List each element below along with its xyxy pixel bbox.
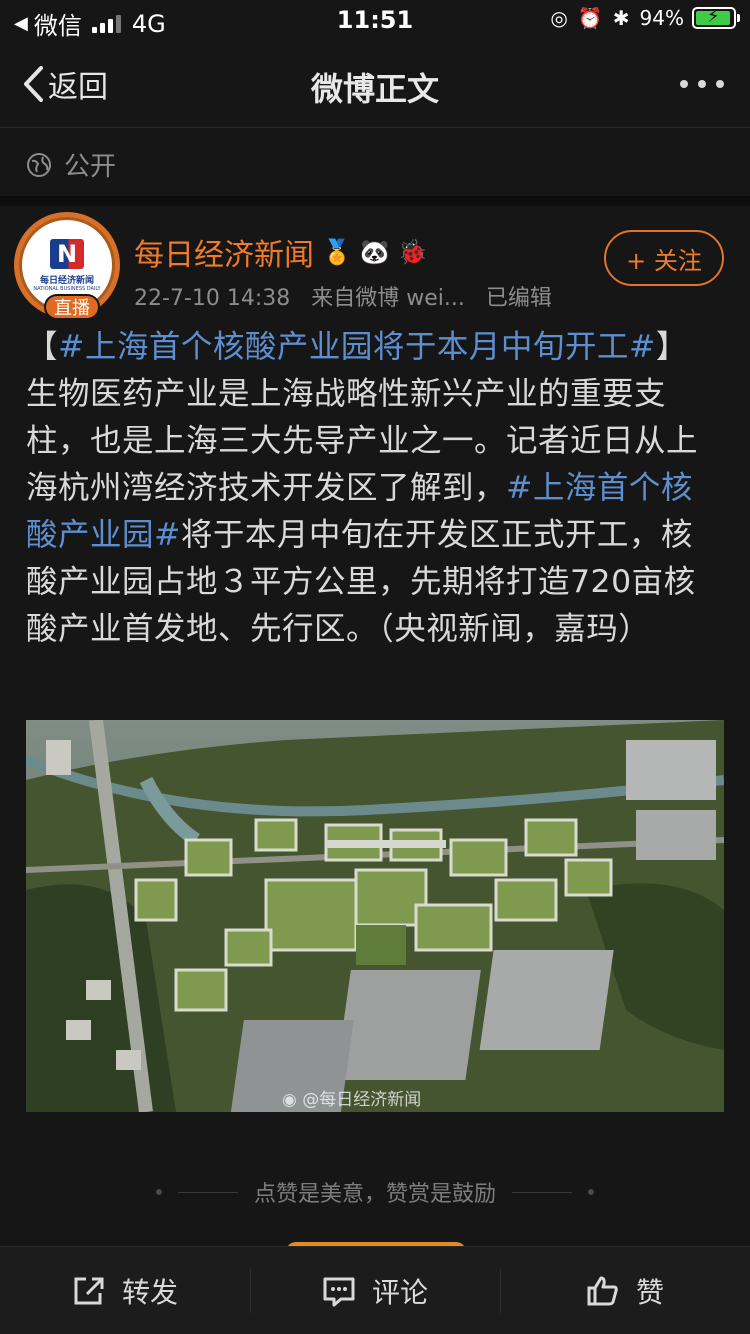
- post-date: 22-7-10 14:38: [134, 286, 291, 311]
- reward-prompt: 点赞是美意，赞赏是鼓励: [0, 1176, 750, 1208]
- reward-dot: [588, 1189, 594, 1195]
- reward-line: [512, 1191, 572, 1193]
- status-right: ◎ ⏰ ✱ 94% ⚡: [540, 6, 740, 30]
- section-divider: [0, 196, 750, 206]
- like-button[interactable]: 赞: [500, 1247, 750, 1334]
- edited-label[interactable]: 已编辑: [486, 286, 552, 311]
- repost-icon: [74, 1277, 104, 1304]
- reward-line: [177, 1191, 238, 1193]
- globe-icon: [27, 152, 51, 177]
- hashtag-link[interactable]: #上海首个核酸产业园将于本月中旬开工#: [58, 329, 656, 365]
- panda-badge-icon: 🐼: [359, 238, 390, 266]
- author-name[interactable]: 每日经济新闻: [134, 230, 314, 274]
- logo-text-cn: 每日经济新闻: [39, 275, 94, 286]
- weibo-logo-icon: ◉: [282, 1090, 297, 1110]
- more-dot: [680, 80, 688, 88]
- like-label: 赞: [635, 1275, 664, 1309]
- more-button[interactable]: [670, 80, 724, 88]
- status-bar: ◀ 微信 4G 11:51 ◎ ⏰ ✱ 94% ⚡: [0, 0, 750, 40]
- post-source: 来自微博 wei...: [311, 286, 465, 311]
- thumbs-up-icon: [587, 1276, 618, 1305]
- image-watermark: ◉ @每日经济新闻: [282, 1085, 421, 1110]
- follow-button[interactable]: + 关注: [604, 230, 724, 286]
- bracket-open: 【: [26, 329, 59, 365]
- nav-bar: 返回 微博正文: [0, 40, 750, 128]
- live-badge[interactable]: 直播: [44, 294, 100, 320]
- comment-label: 评论: [371, 1275, 428, 1309]
- repost-button[interactable]: 转发: [0, 1247, 250, 1334]
- reward-dot: [155, 1189, 162, 1195]
- more-dot: [698, 80, 706, 88]
- watermark-text: @每日经济新闻: [302, 1090, 422, 1110]
- logo-mark: N: [50, 238, 84, 269]
- more-dot: [716, 80, 724, 88]
- logo-text-en: NATIONAL BUSINESS DAILY: [33, 285, 101, 292]
- charging-icon: ⚡: [707, 6, 720, 27]
- mascot-badge-icon: 🐞: [397, 238, 428, 266]
- visibility-label: 公开: [64, 152, 117, 182]
- aerial-park-illustration: [26, 720, 724, 1112]
- visibility-row: 公开: [26, 146, 116, 183]
- post-image[interactable]: [26, 720, 724, 1112]
- reward-text: 点赞是美意，赞赏是鼓励: [253, 1182, 496, 1207]
- page-title: 微博正文: [310, 70, 439, 108]
- weibo-post-page: ◀ 微信 4G 11:51 ◎ ⏰ ✱ 94% ⚡ 返回 微博正文 公开 N 每…: [0, 0, 750, 1334]
- comment-button[interactable]: 评论: [250, 1247, 500, 1334]
- post-meta: 22-7-10 14:38 来自微博 wei... 已编辑: [134, 280, 566, 312]
- repost-label: 转发: [121, 1275, 178, 1309]
- author-name-row[interactable]: 每日经济新闻 🏅 🐼 🐞: [134, 230, 428, 274]
- bluetooth-icon: ✱: [612, 6, 630, 30]
- post-text: 【#上海首个核酸产业园将于本月中旬开工#】 生物医药产业是上海战略性新兴产业的重…: [26, 324, 724, 653]
- rotation-lock-icon: ◎: [550, 6, 568, 30]
- comment-icon: [323, 1277, 355, 1306]
- alarm-icon: ⏰: [577, 6, 603, 30]
- bottom-toolbar: 转发 评论 赞: [0, 1246, 750, 1334]
- battery-percent: 94%: [639, 6, 684, 30]
- battery-icon: ⚡: [692, 6, 740, 29]
- verified-medal-icon: 🏅: [322, 238, 352, 266]
